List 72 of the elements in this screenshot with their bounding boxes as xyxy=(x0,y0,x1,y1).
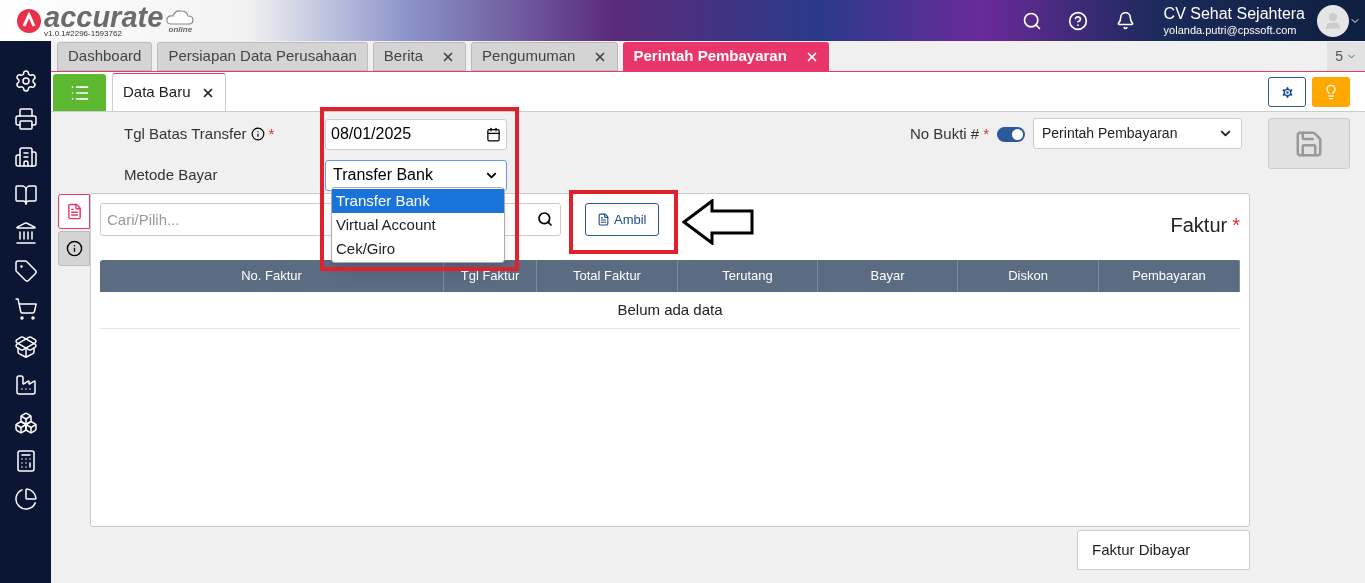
sidebar-button[interactable] xyxy=(13,411,38,435)
user-icon xyxy=(1323,10,1343,31)
avatar-button[interactable] xyxy=(1317,4,1361,37)
sidebar-button[interactable] xyxy=(13,259,38,283)
column-header: Total Faktur xyxy=(537,260,678,292)
tab[interactable]: Perintah Pembayaran xyxy=(623,42,829,71)
search-icon xyxy=(537,211,553,227)
section-title: Faktur xyxy=(1170,212,1228,238)
document-icon xyxy=(65,203,83,220)
dropdown-option[interactable]: Virtual Account xyxy=(332,213,504,237)
sidebar-button[interactable] xyxy=(13,487,38,511)
paid-invoices-tab[interactable]: Faktur Dibayar xyxy=(1077,530,1250,570)
sidebar-button[interactable] xyxy=(13,297,38,321)
required-mark: * xyxy=(1232,212,1240,238)
required-mark: * xyxy=(983,123,989,144)
logo-sub-text: online xyxy=(168,25,193,34)
sidebar-button[interactable] xyxy=(13,183,38,207)
column-header: Pembayaran xyxy=(1099,260,1240,292)
tag-icon xyxy=(13,259,38,283)
column-header: Diskon xyxy=(958,260,1099,292)
lightbulb-icon xyxy=(1323,84,1339,100)
logo-text: accurate xyxy=(44,3,164,30)
version-text: v1.0.1#2296-1593762 xyxy=(44,29,123,38)
sidebar-button[interactable] xyxy=(13,373,38,397)
gear-icon xyxy=(13,69,38,93)
ambil-button[interactable]: Ambil xyxy=(585,203,659,236)
sidebar-button[interactable] xyxy=(13,145,38,169)
pie-chart-icon xyxy=(13,487,38,511)
dropdown-option[interactable]: Cek/Giro xyxy=(332,237,504,261)
tab[interactable]: Dashboard xyxy=(57,42,153,71)
search-icon xyxy=(1022,10,1043,31)
gear-icon xyxy=(1279,84,1295,100)
bank-icon xyxy=(13,221,38,245)
info-icon xyxy=(250,127,265,141)
book-icon xyxy=(13,183,38,207)
column-header: Bayar xyxy=(818,260,958,292)
help-icon xyxy=(1068,10,1089,31)
user-email: yolanda.putri@cpssoft.com xyxy=(1163,23,1298,38)
dropdown-option[interactable]: Transfer Bank xyxy=(332,189,504,213)
calendar-icon xyxy=(486,126,501,142)
logo-icon xyxy=(16,7,42,34)
info-tab[interactable] xyxy=(58,231,90,266)
field-label: Metode Bayar xyxy=(124,164,219,185)
document-icon xyxy=(597,213,610,226)
auto-number-toggle[interactable] xyxy=(997,127,1025,142)
arrow-icon xyxy=(682,199,754,245)
cart-icon xyxy=(13,297,38,321)
empty-message: Belum ada data xyxy=(617,299,723,320)
settings-button[interactable] xyxy=(1268,77,1306,107)
sub-tab[interactable]: Data Baru xyxy=(112,73,226,111)
bell-icon xyxy=(1116,11,1136,30)
document-tab[interactable] xyxy=(58,194,90,229)
sidebar-button[interactable] xyxy=(13,221,38,245)
company-name: CV Sehat Sejahtera xyxy=(1163,3,1305,24)
boxes-icon xyxy=(13,411,38,435)
fax-icon xyxy=(13,107,38,131)
column-header: Terutang xyxy=(678,260,818,292)
sidebar-button[interactable] xyxy=(13,107,38,131)
sidebar-button[interactable] xyxy=(13,69,38,93)
factory-icon xyxy=(13,373,38,397)
tab[interactable]: Berita xyxy=(372,42,467,71)
field-label: No Bukti # xyxy=(909,123,980,144)
tab[interactable]: Persiapan Data Perusahaan xyxy=(157,42,368,71)
required-mark: * xyxy=(268,123,275,144)
field-label: Tgl Batas Transfer xyxy=(124,123,247,144)
number-type-select[interactable]: Perintah Pembayaran xyxy=(1033,118,1242,149)
info-icon xyxy=(65,240,83,257)
date-field[interactable]: 08/01/2025 xyxy=(325,118,507,150)
tab-count-button[interactable]: 5 xyxy=(1327,42,1365,71)
building-icon xyxy=(13,145,38,169)
cloud-icon xyxy=(165,7,196,26)
tab[interactable]: Pengumuman xyxy=(471,42,619,71)
